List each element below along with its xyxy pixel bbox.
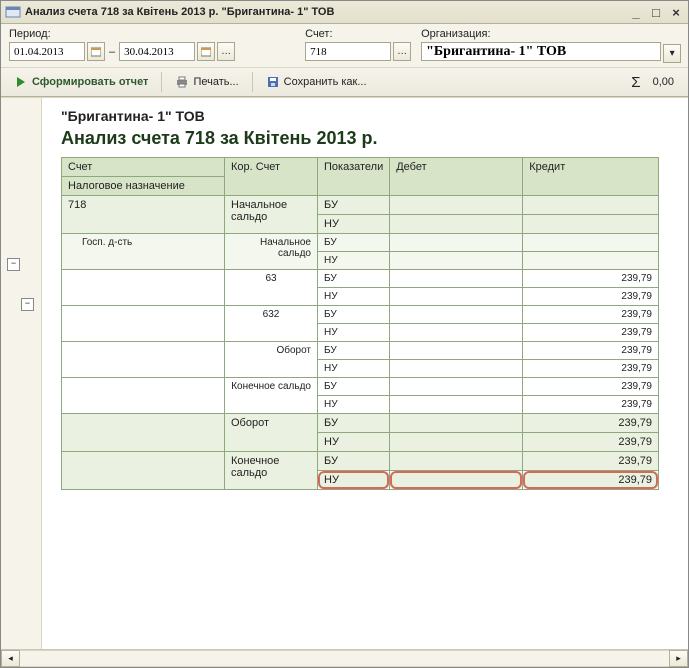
cell-end: Конечное сальдо (225, 452, 318, 490)
save-as-label: Сохранить как... (284, 76, 367, 88)
maximize-button[interactable]: □ (648, 4, 664, 20)
val-t-bu: 239,79 (523, 414, 659, 433)
cell-nu: НУ (318, 215, 390, 234)
account-group: Счет: … (305, 28, 411, 65)
form-report-label: Сформировать отчет (32, 76, 148, 88)
outline-collapse-node[interactable]: − (21, 298, 34, 311)
val-e-bu: 239,79 (523, 452, 659, 471)
report-org: "Бригантина- 1" ТОВ (61, 108, 678, 124)
cell-start-balance: Начальное сальдо (225, 196, 318, 234)
period-to-input[interactable] (119, 42, 195, 61)
val-632-bu: 239,79 (523, 306, 659, 324)
cell-account-no: 718 (62, 196, 225, 234)
close-button[interactable]: × (668, 4, 684, 20)
val-t2-nu: 239,79 (523, 360, 659, 378)
save-as-button[interactable]: Сохранить как... (259, 70, 374, 94)
org-input[interactable] (421, 42, 661, 61)
val-t2-bu: 239,79 (523, 342, 659, 360)
val-63-nu: 239,79 (523, 288, 659, 306)
col-ind: Показатели (318, 158, 390, 196)
cell-bu: БУ (318, 196, 390, 215)
window-title: Анализ счета 718 за Квітень 2013 р. "Бри… (25, 6, 624, 18)
period-select-button[interactable]: … (217, 42, 235, 61)
app-window: Анализ счета 718 за Квітень 2013 р. "Бри… (0, 0, 689, 668)
org-label: Организация: (421, 28, 681, 40)
toolbar-separator (252, 72, 253, 92)
period-from-input[interactable] (9, 42, 85, 61)
period-group: Период: – … (9, 28, 235, 65)
org-dropdown-icon[interactable]: ▾ (663, 44, 681, 63)
period-dash: – (107, 46, 117, 58)
period-label: Период: (9, 28, 235, 40)
col-credit: Кредит (523, 158, 659, 196)
filter-bar: Период: – … Счет: … Организация: ▾ (1, 24, 688, 67)
sigma-icon: Σ (631, 74, 640, 91)
scroll-right-icon[interactable]: ▸ (669, 650, 688, 667)
cell-start2: Начальное сальдо (225, 234, 318, 270)
toolbar: Сформировать отчет Печать... Сохранить к… (1, 67, 688, 97)
val-632-nu: 239,79 (523, 324, 659, 342)
val-e2-bu: 239,79 (523, 378, 659, 396)
val-63-bu: 239,79 (523, 270, 659, 288)
scroll-track[interactable] (20, 650, 669, 667)
horizontal-scrollbar[interactable]: ◂ ▸ (1, 649, 688, 667)
cell-63: 63 (225, 270, 318, 306)
report-table: Счет Налоговое назначение Кор. Счет Пока… (61, 157, 659, 490)
period-from-calendar-icon[interactable] (87, 42, 105, 61)
cell-end2: Конечное сальдо (225, 378, 318, 414)
report-title: Анализ счета 718 за Квітень 2013 р. (61, 128, 678, 149)
print-button[interactable]: Печать... (168, 70, 245, 94)
outline-collapse-node[interactable]: − (7, 258, 20, 271)
account-label: Счет: (305, 28, 411, 40)
outline-gutter: − − (1, 98, 42, 649)
print-label: Печать... (193, 76, 238, 88)
titlebar: Анализ счета 718 за Квітень 2013 р. "Бри… (1, 1, 688, 24)
col-account: Счет (68, 161, 218, 173)
org-group: Организация: ▾ (421, 28, 681, 65)
cell-turn: Оборот (225, 414, 318, 452)
col-tax: Налоговое назначение (62, 176, 224, 192)
sum-value: 0,00 (653, 76, 674, 88)
period-to-calendar-icon[interactable] (197, 42, 215, 61)
printer-icon (175, 75, 189, 89)
col-corr: Кор. Счет (225, 158, 318, 196)
account-input[interactable] (305, 42, 391, 61)
scroll-left-icon[interactable]: ◂ (1, 650, 20, 667)
col-debit: Дебет (390, 158, 523, 196)
sum-display: Σ 0,00 (631, 74, 682, 91)
play-icon (14, 75, 28, 89)
cell-gosp: Госп. д-сть (62, 234, 225, 270)
val-e-nu: 239,79 (523, 471, 659, 490)
minimize-button[interactable]: _ (628, 4, 644, 20)
val-e2-nu: 239,79 (523, 396, 659, 414)
val-t-nu: 239,79 (523, 433, 659, 452)
account-select-button[interactable]: … (393, 42, 411, 61)
report-area: − − "Бригантина- 1" ТОВ Анализ счета 718… (1, 97, 688, 649)
app-icon (5, 4, 21, 20)
cell-632: 632 (225, 306, 318, 342)
cell-turn2: Оборот (225, 342, 318, 378)
toolbar-separator (161, 72, 162, 92)
floppy-icon (266, 75, 280, 89)
form-report-button[interactable]: Сформировать отчет (7, 70, 155, 94)
